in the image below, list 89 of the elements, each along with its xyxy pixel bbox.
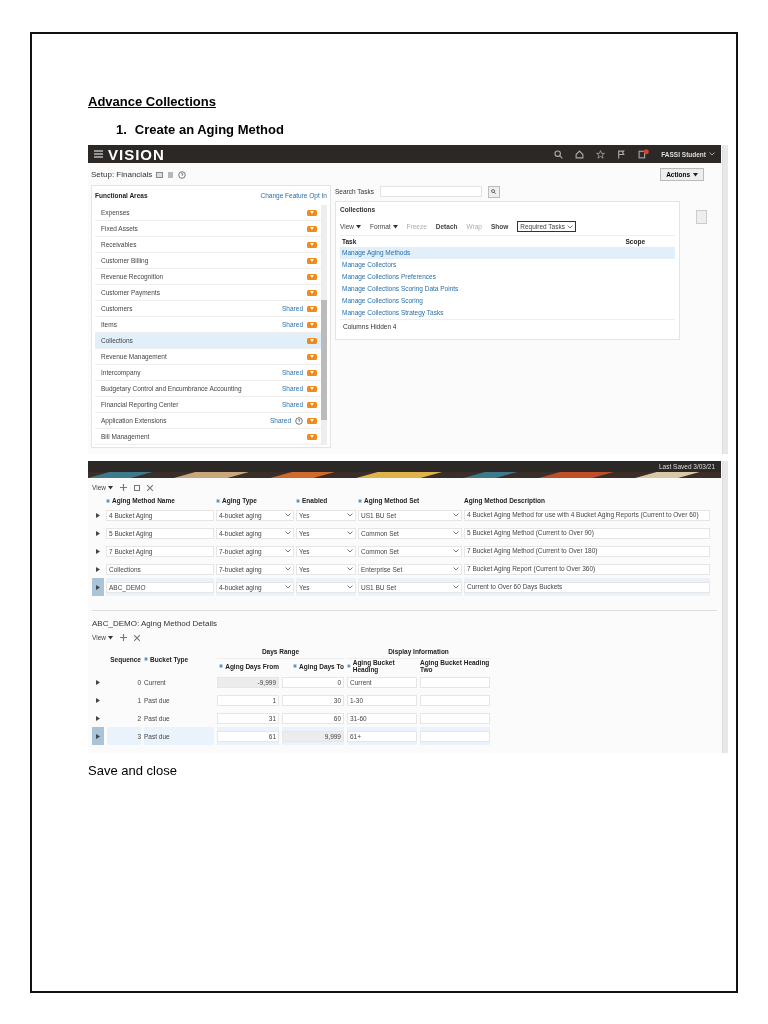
add-icon[interactable] xyxy=(120,634,127,641)
caret-icon xyxy=(356,224,361,229)
task-menu-button[interactable] xyxy=(307,401,317,408)
caret-icon xyxy=(693,172,698,177)
required-icon xyxy=(144,657,148,661)
expand-icon xyxy=(96,584,100,590)
heading-two-field[interactable] xyxy=(420,694,490,706)
task-menu-button[interactable] xyxy=(307,305,317,312)
chevron-icon xyxy=(347,567,353,571)
add-icon[interactable] xyxy=(120,484,127,491)
instruction-text: Save and close xyxy=(88,763,178,778)
expand-icon xyxy=(96,512,100,518)
task-menu-button[interactable] xyxy=(307,337,317,344)
heading-two-field[interactable] xyxy=(420,712,490,724)
delete-icon[interactable] xyxy=(134,634,140,641)
task-menu-button[interactable] xyxy=(307,321,317,328)
expand-icon xyxy=(96,715,100,721)
task-menu-button[interactable] xyxy=(307,353,317,360)
required-icon xyxy=(358,498,362,503)
help-icon[interactable] xyxy=(295,416,303,425)
step-number: 1. xyxy=(116,122,127,137)
task-menu-button[interactable] xyxy=(307,289,317,296)
star-icon[interactable] xyxy=(596,149,606,159)
home-icon[interactable] xyxy=(575,149,585,159)
task-menu-button[interactable] xyxy=(307,257,317,264)
search-icon[interactable] xyxy=(554,149,564,159)
required-icon xyxy=(219,664,224,668)
chevron-icon xyxy=(347,585,353,589)
required-icon xyxy=(216,498,220,503)
chevron-icon xyxy=(285,531,291,535)
task-menu-button[interactable] xyxy=(307,241,317,248)
scrollbar[interactable] xyxy=(722,461,728,753)
help-icon[interactable] xyxy=(178,170,187,179)
scrollbar[interactable] xyxy=(722,145,728,454)
expand-icon xyxy=(96,679,100,685)
chevron-icon xyxy=(453,513,459,517)
menu-icon[interactable] xyxy=(94,150,103,158)
expand-icon xyxy=(96,548,100,554)
caret-icon xyxy=(108,485,113,490)
scrollbar[interactable] xyxy=(321,205,327,445)
chevron-icon xyxy=(453,567,459,571)
caret-icon xyxy=(392,224,398,229)
heading-two-field[interactable] xyxy=(420,730,490,742)
required-icon xyxy=(296,498,300,503)
task-menu-button[interactable] xyxy=(307,273,317,280)
chevron-icon xyxy=(285,549,291,553)
delete-icon[interactable] xyxy=(147,484,153,491)
chevron-icon xyxy=(709,152,715,156)
expand-icon xyxy=(96,733,100,739)
task-menu-button[interactable] xyxy=(307,385,317,392)
list-icon[interactable] xyxy=(167,171,175,178)
required-icon xyxy=(106,498,110,503)
chevron-icon xyxy=(285,513,291,517)
chevron-icon xyxy=(347,513,353,517)
required-icon xyxy=(292,664,297,668)
chevron-icon xyxy=(347,531,353,535)
section-heading: Advance Collections xyxy=(88,94,216,109)
chevron-icon xyxy=(453,585,459,589)
step-title: Create an Aging Method xyxy=(134,122,284,137)
task-menu-button[interactable] xyxy=(307,209,317,216)
expand-icon xyxy=(96,566,100,572)
search-icon xyxy=(491,189,497,194)
section-title: ABC_DEMO: Aging Method Details xyxy=(92,619,218,628)
dropdown-icon[interactable] xyxy=(156,171,164,178)
chevron-icon xyxy=(285,585,291,589)
chevron-icon xyxy=(347,549,353,553)
page-title: Setup: Financials xyxy=(91,170,153,179)
notifications-icon[interactable] xyxy=(638,149,650,159)
task-menu-button[interactable] xyxy=(307,369,317,376)
task-menu-button[interactable] xyxy=(307,433,317,440)
row-selector[interactable] xyxy=(92,578,104,596)
row-selector[interactable] xyxy=(92,727,104,745)
save-icon[interactable] xyxy=(134,484,140,491)
panel-toggle-button[interactable] xyxy=(695,210,707,224)
expand-icon xyxy=(96,697,100,703)
chevron-icon xyxy=(453,549,459,553)
task-menu-button[interactable] xyxy=(307,417,317,424)
required-icon xyxy=(347,664,351,668)
caret-icon xyxy=(108,635,113,640)
search-field[interactable] xyxy=(379,186,482,197)
heading-two-field[interactable] xyxy=(420,676,490,688)
search-button[interactable] xyxy=(487,185,500,198)
expand-icon xyxy=(96,530,100,536)
logo: VISION xyxy=(108,146,165,162)
chevron-icon xyxy=(566,224,573,229)
flag-icon[interactable] xyxy=(617,149,627,159)
chevron-icon xyxy=(285,567,291,571)
chevron-icon xyxy=(453,531,459,535)
task-menu-button[interactable] xyxy=(307,225,317,232)
